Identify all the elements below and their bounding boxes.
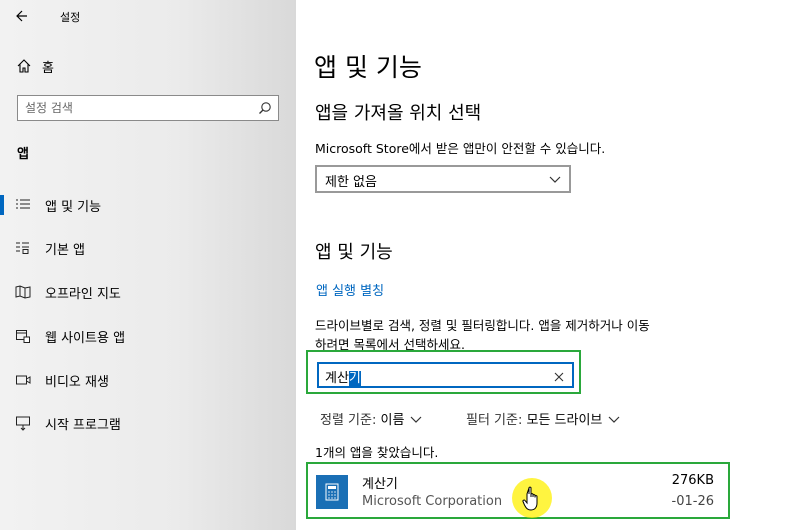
sidebar-item-default-apps[interactable]: 기본 앱 bbox=[0, 233, 296, 263]
sort-label: 정렬 기준: bbox=[320, 413, 377, 428]
app-install-date: -01-26 bbox=[671, 494, 714, 509]
filter-label: 필터 기준: bbox=[466, 413, 523, 428]
startup-icon bbox=[16, 416, 30, 431]
list-icon bbox=[16, 199, 30, 209]
video-icon bbox=[16, 375, 31, 385]
sort-value: 이름 bbox=[380, 413, 405, 428]
sidebar-item-label: 웹 사이트용 앱 bbox=[45, 330, 126, 346]
sidebar-item-offline-maps[interactable]: 오프라인 지도 bbox=[0, 277, 296, 307]
settings-search-input[interactable] bbox=[18, 96, 248, 120]
main-content: 앱 및 기능 앱을 가져올 위치 선택 Microsoft Store에서 받은… bbox=[296, 0, 800, 530]
close-icon bbox=[554, 372, 564, 382]
sidebar-item-label: 앱 및 기능 bbox=[45, 199, 102, 215]
active-indicator bbox=[0, 195, 4, 215]
home-nav[interactable]: 홈 bbox=[16, 56, 54, 76]
section-label-apps: 앱 bbox=[17, 147, 29, 162]
app-source-dropdown[interactable]: 제한 없음 bbox=[315, 165, 571, 193]
filter-value: 모든 드라이브 bbox=[526, 413, 603, 428]
back-button[interactable] bbox=[10, 5, 34, 27]
source-description: Microsoft Store에서 받은 앱만이 안전할 수 있습니다. bbox=[315, 141, 606, 156]
search-icon[interactable] bbox=[258, 101, 272, 115]
sort-dropdown[interactable]: 정렬 기준: 이름 bbox=[320, 409, 422, 428]
map-icon bbox=[15, 285, 31, 299]
apps-features-heading: 앱 및 기능 bbox=[315, 242, 393, 263]
chevron-down-icon bbox=[549, 176, 561, 183]
sidebar: 설정 홈 앱 앱 및 기능 기본 앱 오프라인 지도 웹 사이트용 앱 비디오 … bbox=[0, 0, 296, 530]
filter-dropdown[interactable]: 필터 기준: 모든 드라이브 bbox=[466, 409, 620, 428]
app-name: 계산기 bbox=[362, 477, 398, 492]
app-execution-alias-link[interactable]: 앱 실행 별칭 bbox=[316, 280, 384, 299]
clear-search-button[interactable] bbox=[554, 366, 564, 386]
app-search-box[interactable]: 계산기 bbox=[317, 362, 574, 388]
sidebar-item-apps-for-websites[interactable]: 웹 사이트용 앱 bbox=[0, 321, 296, 351]
sidebar-item-apps-features[interactable]: 앱 및 기능 bbox=[0, 190, 296, 220]
chevron-down-icon bbox=[410, 416, 422, 423]
app-publisher: Microsoft Corporation bbox=[362, 494, 503, 509]
title-bar: 설정 bbox=[0, 0, 296, 32]
page-title: 앱 및 기능 bbox=[314, 53, 422, 82]
sidebar-item-startup[interactable]: 시작 프로그램 bbox=[0, 408, 296, 438]
sidebar-item-label: 비디오 재생 bbox=[45, 374, 109, 390]
app-search-input[interactable]: 계산기 bbox=[325, 367, 361, 386]
default-apps-icon bbox=[16, 242, 29, 254]
home-icon bbox=[17, 59, 31, 73]
search-text-selected: 기 bbox=[348, 371, 361, 386]
dropdown-value: 제한 없음 bbox=[325, 175, 377, 190]
sidebar-item-label: 시작 프로그램 bbox=[45, 417, 121, 433]
back-arrow-icon bbox=[16, 10, 27, 22]
home-label: 홈 bbox=[42, 60, 54, 76]
source-heading: 앱을 가져올 위치 선택 bbox=[315, 103, 482, 124]
calculator-icon bbox=[325, 483, 339, 501]
sidebar-item-video-playback[interactable]: 비디오 재생 bbox=[0, 365, 296, 395]
chevron-down-icon bbox=[608, 416, 620, 423]
app-size: 276KB bbox=[671, 473, 714, 488]
apps-description-line1: 드라이브별로 검색, 정렬 및 필터링합니다. 앱을 제거하거나 이동 bbox=[315, 318, 650, 333]
app-tile bbox=[316, 475, 348, 509]
hand-cursor-icon bbox=[522, 486, 538, 511]
result-count: 1개의 앱을 찾았습니다. bbox=[315, 445, 439, 460]
settings-search-box[interactable] bbox=[17, 95, 279, 121]
sidebar-item-label: 기본 앱 bbox=[45, 242, 86, 258]
window-title: 설정 bbox=[60, 11, 81, 24]
website-app-icon bbox=[16, 330, 30, 343]
search-text: 계산 bbox=[325, 371, 349, 386]
sidebar-item-label: 오프라인 지도 bbox=[45, 286, 121, 302]
